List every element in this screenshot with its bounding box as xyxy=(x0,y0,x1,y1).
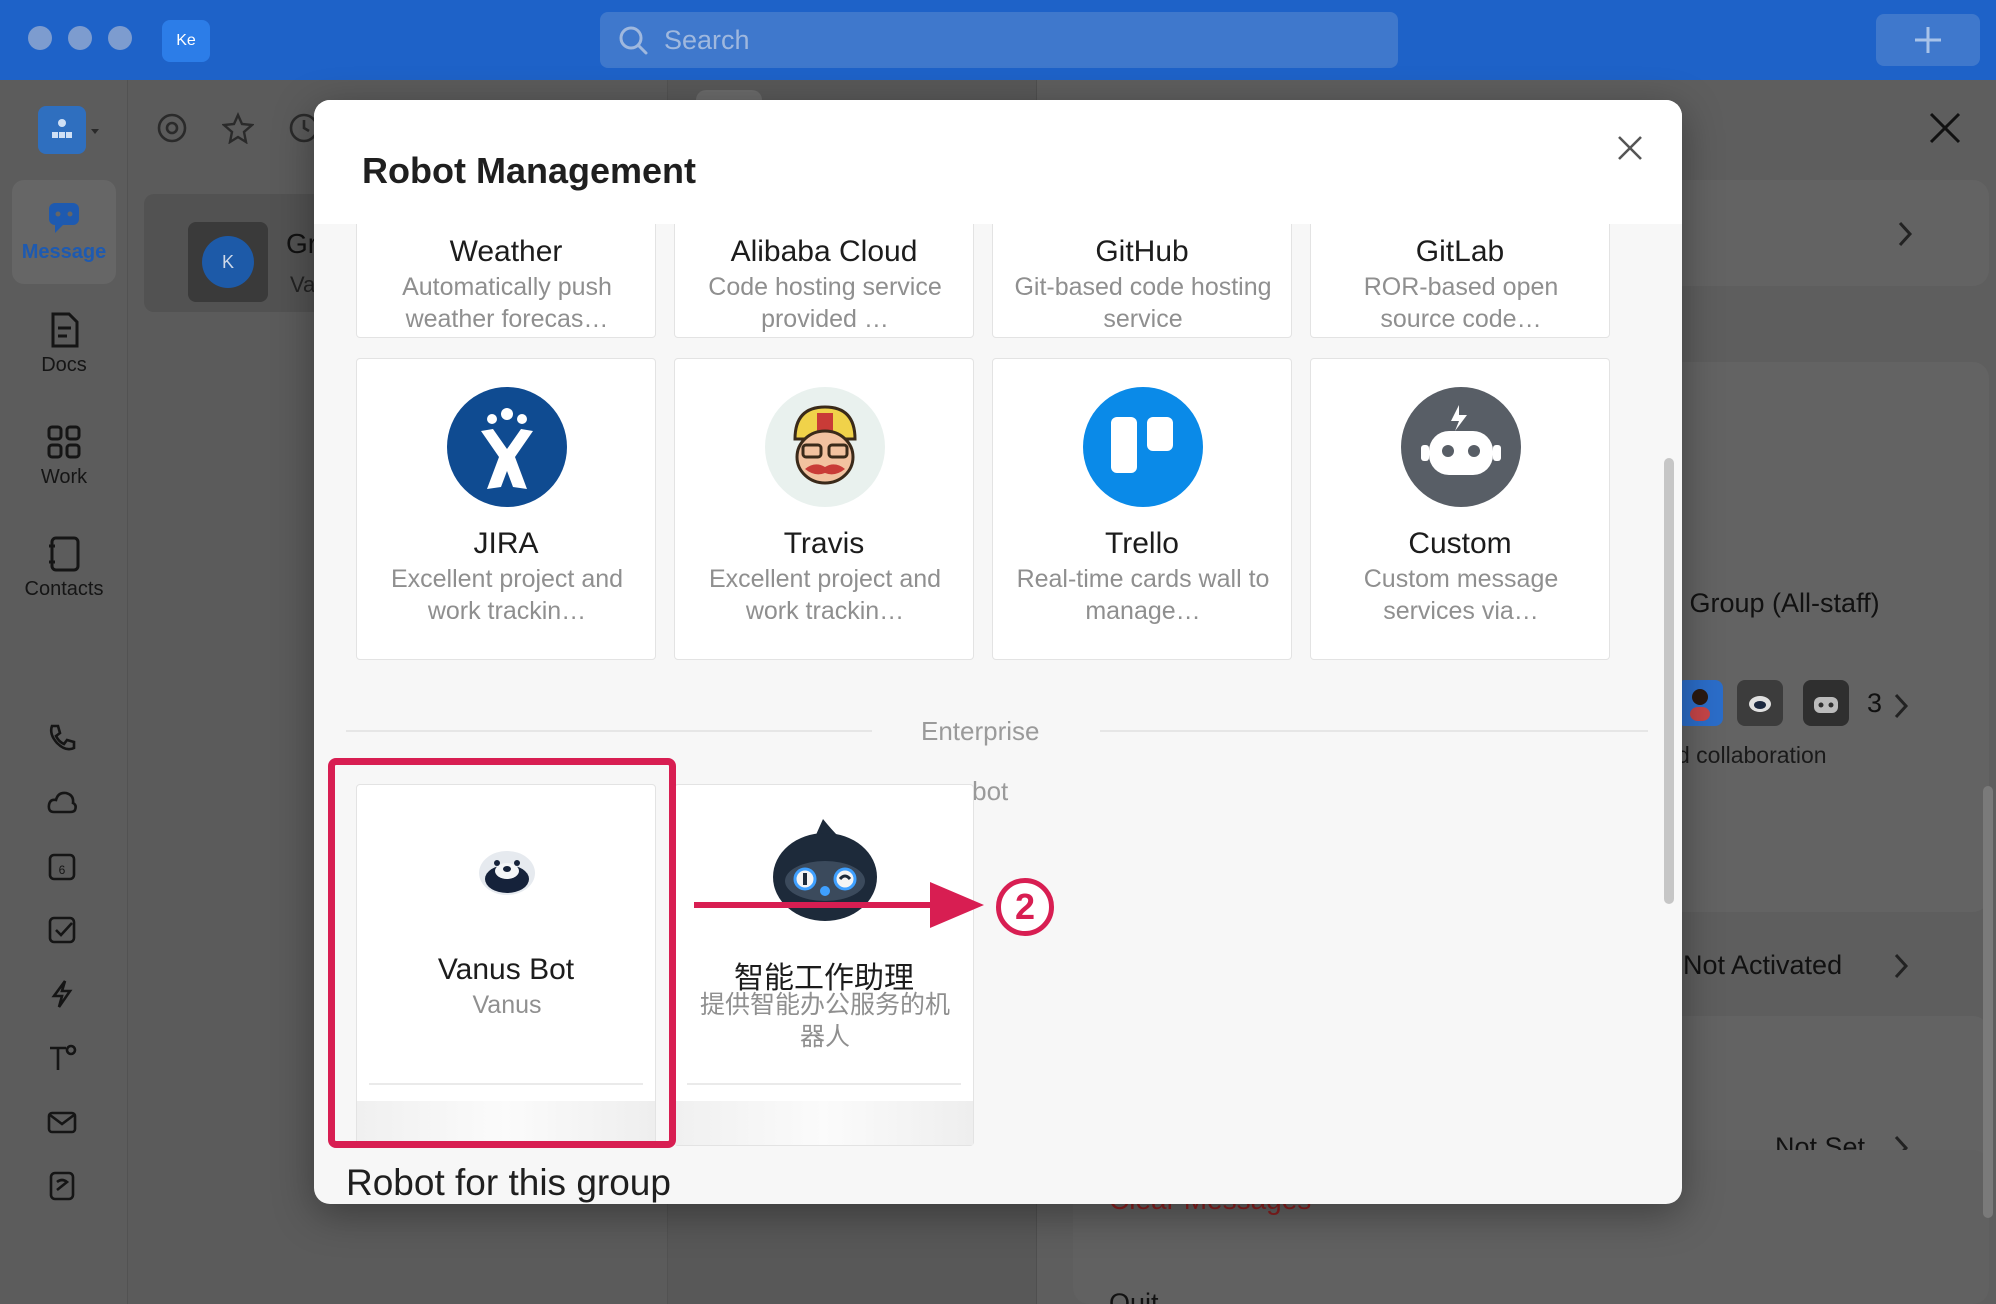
sidebar-item-label: Message xyxy=(21,240,107,263)
close-icon[interactable] xyxy=(1927,110,1963,146)
close-icon[interactable] xyxy=(1614,132,1646,164)
robot-card-desc: Code hosting service provided … xyxy=(708,273,942,333)
robot-card-name: GitLab xyxy=(1415,235,1505,268)
card-divider xyxy=(687,1083,961,1085)
robot-card-desc: Excellent project and work trackin… xyxy=(390,565,624,625)
search-placeholder: Search xyxy=(664,24,750,55)
plus-icon xyxy=(1915,27,1941,53)
robot-card-desc: Git-based code hosting service xyxy=(1014,273,1272,333)
mail-icon[interactable] xyxy=(44,1104,80,1140)
tasks-icon[interactable] xyxy=(44,912,80,948)
sidebar-item-contacts[interactable]: Contacts xyxy=(12,516,116,620)
sidebar-item-message[interactable]: Message xyxy=(12,180,116,284)
workspace-badge[interactable]: Ke xyxy=(162,20,210,62)
collaboration-text: d collaboration xyxy=(1677,742,1827,768)
dialog-title: Robot Management xyxy=(362,150,697,191)
org-switcher-button[interactable] xyxy=(38,106,86,154)
sidebar-item-label: Work xyxy=(40,465,88,488)
cloud-drive-icon[interactable] xyxy=(44,784,80,820)
dialog-header: Robot Management xyxy=(314,100,1682,224)
robot-card-desc: Custom message services via… xyxy=(1363,565,1559,625)
search-icon xyxy=(619,26,648,55)
create-button[interactable] xyxy=(1876,14,1980,66)
chevron-right-icon[interactable] xyxy=(1893,692,1909,720)
section-divider xyxy=(346,730,872,732)
avatar xyxy=(1677,680,1723,726)
robot-card-desc: Excellent project and work trackin… xyxy=(708,565,942,625)
avatar-letter: K xyxy=(202,236,254,288)
robot-card-smart-assistant[interactable]: 智能工作助理 提供智能办公服务的机器人 xyxy=(674,784,974,1146)
window-close-control[interactable] xyxy=(28,26,52,50)
search-input[interactable]: Search xyxy=(600,12,1398,68)
robot-card-name: Travis xyxy=(783,527,865,560)
robot-management-dialog: Weather Automatically push weather forec… xyxy=(314,100,1682,1204)
custom-robot-icon xyxy=(1401,387,1521,507)
title-bar: Ke Search xyxy=(0,0,1996,80)
robot-card-desc: Real-time cards wall to manage… xyxy=(1016,565,1270,625)
robot-card-name: Trello xyxy=(1105,527,1179,560)
highlight-box xyxy=(328,758,676,1148)
status-not-activated: Not Activated xyxy=(1683,950,1843,980)
lightning-icon[interactable] xyxy=(44,976,80,1012)
avatar xyxy=(1737,680,1783,726)
phone-icon[interactable] xyxy=(44,720,80,756)
step-number-badge: 2 xyxy=(996,878,1054,936)
scrollbar[interactable] xyxy=(1983,786,1993,1218)
travis-icon xyxy=(765,387,885,507)
jira-icon xyxy=(447,387,567,507)
arrow-right-icon xyxy=(694,882,984,928)
otter-icon xyxy=(1749,696,1771,712)
chevron-right-icon[interactable] xyxy=(1893,952,1909,980)
group-name-label: e Group (All-staff) xyxy=(1667,588,1880,618)
mentions-icon[interactable] xyxy=(156,112,188,144)
sidebar-item-label: Contacts xyxy=(24,577,104,600)
window-zoom-control[interactable] xyxy=(108,26,132,50)
robot-card-jira[interactable]: JIRA Excellent project and work trackin… xyxy=(356,358,656,660)
robot-card-name: GitHub xyxy=(1095,235,1189,268)
calendar-icon[interactable]: 6 xyxy=(44,848,80,884)
apps-grid-icon xyxy=(47,425,81,458)
robot-card-trello[interactable]: Trello Real-time cards wall to manage… xyxy=(992,358,1292,660)
sidebar-item-label: Docs xyxy=(41,353,87,376)
robot-card-desc: 提供智能办公服务的机器人 xyxy=(699,991,950,1051)
robot-icon xyxy=(1814,697,1838,713)
sidebar-item-work[interactable]: Work xyxy=(12,404,116,508)
contacts-icon xyxy=(49,536,80,571)
robot-card-desc: ROR-based open source code… xyxy=(1363,273,1559,333)
section-divider xyxy=(1082,730,1648,732)
chevron-down-icon[interactable] xyxy=(90,128,100,136)
section-label: Enterprise xyxy=(921,716,1040,746)
wiki-icon[interactable] xyxy=(44,1168,80,1204)
robot-card-desc: Automatically push weather forecas… xyxy=(402,273,612,333)
docs-icon xyxy=(51,312,79,347)
scrollbar[interactable] xyxy=(1664,458,1674,904)
robot-card-name: Custom xyxy=(1408,527,1512,560)
trello-icon xyxy=(1083,387,1203,507)
message-icon xyxy=(49,202,79,233)
card-footer xyxy=(675,1101,973,1145)
robot-card-name: Alibaba Cloud xyxy=(730,235,918,268)
avatar: K xyxy=(188,222,268,302)
sidebar-item-docs[interactable]: Docs xyxy=(12,292,116,396)
avatar xyxy=(1803,680,1849,726)
robot-for-group-heading: Robot for this group xyxy=(346,1162,671,1203)
robot-card-name: JIRA xyxy=(473,527,539,560)
member-count: 3 xyxy=(1867,688,1883,718)
star-icon[interactable] xyxy=(222,112,254,144)
approval-icon[interactable] xyxy=(44,1040,80,1076)
quit-button[interactable]: Quit xyxy=(1109,1288,1159,1304)
chevron-right-icon xyxy=(1898,221,1913,247)
person-icon xyxy=(1690,689,1710,721)
robot-card-travis[interactable]: Travis Excellent project and work tracki… xyxy=(674,358,974,660)
org-chart-icon xyxy=(52,119,72,138)
robot-card-name: Weather xyxy=(449,235,563,268)
robot-card-custom[interactable]: Custom Custom message services via… xyxy=(1310,358,1610,660)
svg-text:6: 6 xyxy=(59,863,66,877)
sidebar: Message Docs Work Contacts 6 ••• xyxy=(0,80,128,1304)
window-minimize-control[interactable] xyxy=(68,26,92,50)
